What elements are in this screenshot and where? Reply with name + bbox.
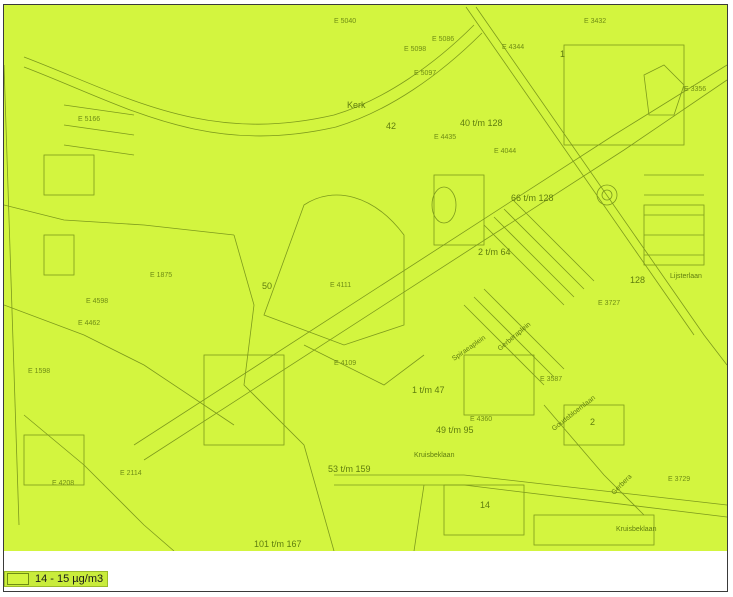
- building-block-7: [23, 434, 85, 486]
- park-outline: [263, 194, 405, 346]
- building-code: E 5086: [432, 36, 454, 43]
- building-code: E 3727: [598, 300, 620, 307]
- building-code: E 3729: [668, 476, 690, 483]
- building-block-6: [43, 234, 75, 276]
- cadastral-map-svg: Kerk 42 128 40 t/m 128 66 t/m 128 2 t/m …: [4, 6, 727, 551]
- building-code: E 4344: [502, 44, 524, 51]
- street-gerberaplein: Gerberaplein: [497, 321, 533, 352]
- map-frame: Kerk 42 128 40 t/m 128 66 t/m 128 2 t/m …: [3, 4, 728, 592]
- kruisbeklaan-road-edge: [334, 484, 727, 518]
- building-code: E 4360: [470, 416, 492, 423]
- label-128-a: 128: [630, 275, 645, 285]
- building-code: E 5166: [78, 116, 100, 123]
- building-code: E 4111: [330, 282, 351, 289]
- label-kerk: Kerk: [347, 100, 366, 110]
- building-star: [643, 64, 685, 116]
- building-code: E 4208: [52, 480, 74, 487]
- map-labels: Kerk 42 128 40 t/m 128 66 t/m 128 2 t/m …: [28, 18, 706, 549]
- map-legend: 14 - 15 µg/m3: [4, 571, 109, 587]
- building-block-1: [433, 174, 485, 246]
- label-49-95: 49 t/m 95: [436, 425, 474, 435]
- label-66-128: 66 t/m 128: [511, 193, 554, 203]
- road-west-2: [4, 304, 235, 426]
- main-road-east-edge: [465, 6, 695, 336]
- building-code: E 1875: [150, 272, 172, 279]
- park-path: [303, 344, 425, 386]
- residential-rows-4: [63, 104, 135, 156]
- label-40-128: 40 t/m 128: [460, 118, 503, 128]
- pond: [431, 186, 457, 224]
- main-road-east: [475, 6, 727, 366]
- label-14: 14: [480, 500, 490, 510]
- road-south-1: [413, 484, 425, 551]
- legend-label: 14 - 15 µg/m3: [35, 573, 104, 585]
- building-block-ne: [563, 44, 685, 146]
- label-2-64: 2 t/m 64: [478, 247, 511, 257]
- street-kruisbeklaan-1: Kruisbeklaan: [414, 452, 455, 459]
- building-code: E 5098: [404, 46, 426, 53]
- building-code: E 4462: [78, 320, 100, 327]
- building-code: E 1598: [28, 368, 50, 375]
- label-1: 1: [560, 49, 565, 59]
- air-quality-map[interactable]: Kerk 42 128 40 t/m 128 66 t/m 128 2 t/m …: [4, 5, 727, 551]
- building-code: E 4044: [494, 148, 516, 155]
- road-west-1: [4, 204, 235, 236]
- label-101-167: 101 t/m 167: [254, 539, 302, 549]
- west-edge-road: [4, 64, 20, 526]
- label-53-159: 53 t/m 159: [328, 464, 371, 474]
- building-code: E 4598: [86, 298, 108, 305]
- street-lijsterlaan: Lijsterlaan: [670, 273, 702, 280]
- building-code: E 3356: [684, 86, 706, 93]
- building-code: E 4435: [434, 134, 456, 141]
- label-50: 50: [262, 281, 272, 291]
- building-code: E 4109: [334, 360, 356, 367]
- street-spiraeaplein: Spiraeaplein: [451, 335, 487, 363]
- legend-color-swatch: [7, 573, 29, 585]
- label-2: 2: [590, 417, 595, 427]
- building-block-5: [43, 154, 95, 196]
- building-block-8: [203, 354, 285, 446]
- label-1-47: 1 t/m 47: [412, 385, 445, 395]
- building-code: E 3587: [540, 376, 562, 383]
- building-block-9: [443, 484, 525, 536]
- building-code: E 5040: [334, 18, 356, 25]
- residential-rows-3: [644, 174, 704, 256]
- street-kruisbeklaan-2: Kruisbeklaan: [616, 526, 657, 533]
- building-code: E 5097: [414, 70, 436, 77]
- building-code: E 3432: [584, 18, 606, 25]
- building-code: E 2114: [120, 470, 142, 477]
- label-42: 42: [386, 121, 396, 131]
